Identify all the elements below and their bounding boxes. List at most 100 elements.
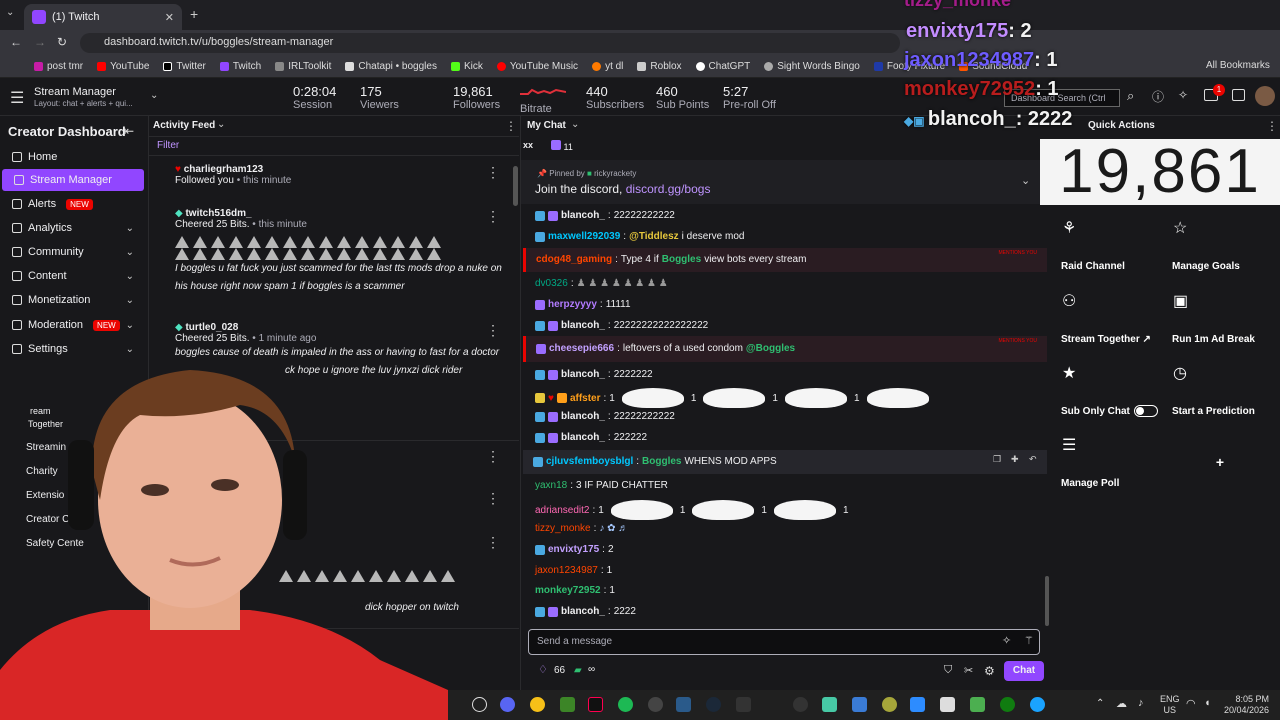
tiktok-icon[interactable] (588, 697, 603, 712)
taskbar-app-icon[interactable] (676, 697, 691, 712)
all-bookmarks[interactable]: All Bookmarks (1206, 60, 1270, 71)
feed-item-menu-icon[interactable]: ⋮ (486, 164, 500, 181)
feed-item-menu-icon[interactable]: ⋮ (486, 208, 500, 225)
mod-tools-icon[interactable]: ✂ (964, 664, 973, 677)
browser-tab[interactable]: (1) Twitch ✕ (24, 4, 182, 30)
bookmark-post-tmr[interactable]: post tmr (34, 61, 83, 72)
sidebar-item-settings[interactable]: Settings ⌄ (0, 338, 146, 360)
taskbar-app-icon[interactable] (736, 697, 751, 712)
tab-close-icon[interactable]: ✕ (165, 11, 174, 24)
raid-channel-tile[interactable]: ⚘ Raid Channel (1056, 212, 1162, 278)
tray-chevron-icon[interactable]: ⌃ (1096, 698, 1104, 709)
channel-points-count[interactable]: 66 (554, 665, 565, 676)
avatar[interactable] (1255, 86, 1275, 106)
sidebar-item-alerts[interactable]: Alerts NEW (0, 193, 146, 215)
feed-item-menu-icon[interactable]: ⋮ (486, 534, 500, 551)
sidebar-item-content[interactable]: Content ⌄ (0, 265, 146, 287)
chat-settings-gear-icon[interactable]: ⚙ (984, 664, 995, 678)
layout-chevron-down-icon[interactable]: ⌄ (150, 90, 158, 101)
bookmark-chatapi[interactable]: Chatapi • boggles (345, 61, 437, 72)
new-tab-icon[interactable]: + (190, 6, 198, 22)
taskbar-app-icon[interactable] (882, 697, 897, 712)
bookmark-yt-dl[interactable]: yt dl (592, 61, 623, 72)
chat-scrollbar[interactable] (1045, 576, 1049, 626)
sparkle-icon[interactable]: ✧ (1178, 88, 1188, 102)
taskbar-app-icon[interactable] (940, 697, 955, 712)
feed-item-menu-icon[interactable]: ⋮ (486, 448, 500, 465)
chat-title[interactable]: My Chat (527, 120, 566, 131)
menu-icon[interactable]: ☰ (10, 88, 24, 108)
filter-button[interactable]: Filter (157, 140, 179, 151)
panel-menu-icon[interactable]: ⋮ (1266, 119, 1278, 133)
bookmark-irltoolkit[interactable]: IRLToolkit (275, 61, 331, 72)
tab-list-icon[interactable]: ⌄ (6, 7, 14, 18)
chrome-icon[interactable] (530, 697, 545, 712)
sidebar-item-community[interactable]: Community ⌄ (0, 241, 146, 263)
bookmark-youtube[interactable]: YouTube (97, 61, 149, 72)
bookmark-sight-words[interactable]: Sight Words Bingo (764, 61, 860, 72)
pinned-message[interactable]: 📌 Pinned by ■ rickyrackety Join the disc… (521, 160, 1049, 204)
search-icon[interactable]: ⌕ (1127, 88, 1134, 104)
chevron-down-icon[interactable]: ⌄ (217, 119, 225, 130)
bookmark-twitch[interactable]: Twitch (219, 61, 261, 72)
volume-icon[interactable]: ◖ (1204, 697, 1211, 709)
taskbar-app-icon[interactable] (852, 697, 867, 712)
taskbar-app-icon[interactable] (1030, 697, 1045, 712)
panel-menu-icon[interactable]: ⋮ (505, 119, 517, 133)
back-icon[interactable]: ← (10, 35, 22, 49)
chat-input[interactable]: Send a message (528, 629, 1040, 655)
taskbar-app-icon[interactable] (970, 697, 985, 712)
feed-item-menu-icon[interactable]: ⋮ (486, 490, 500, 507)
bookmark-chatgpt[interactable]: ChatGPT (695, 61, 750, 72)
sidebar-item-stream-manager[interactable]: Stream Manager (2, 169, 144, 191)
url-input[interactable]: dashboard.twitch.tv/u/boggles/stream-man… (80, 33, 900, 53)
sub-only-toggle[interactable] (1134, 405, 1158, 417)
xbox-icon[interactable] (1000, 697, 1015, 712)
channel-points-icon[interactable]: ♢ (538, 663, 548, 676)
stream-together-tile[interactable]: ⚇ Stream Together ↗ (1056, 285, 1162, 351)
clock[interactable]: 8:05 PM 20/04/2026 (1224, 694, 1269, 716)
copy-icon[interactable]: ❐ (993, 454, 1001, 465)
shield-icon[interactable]: ⛉ (944, 664, 952, 677)
start-prediction-tile[interactable]: ◷ Start a Prediction (1167, 357, 1273, 423)
pinned-link[interactable]: discord.gg/bogs (626, 182, 711, 196)
quick-actions-title[interactable]: Quick Actions (1088, 120, 1155, 131)
layout-subtitle[interactable]: Layout: chat + alerts + qui... (34, 99, 133, 108)
feed-item-menu-icon[interactable]: ⋮ (486, 322, 500, 339)
reply-icon[interactable]: ↶ (1029, 454, 1037, 465)
spotify-icon[interactable] (618, 697, 633, 712)
run-ad-break-tile[interactable]: ▣ Run 1m Ad Break (1167, 285, 1273, 351)
pin-message-icon[interactable]: ✚ (1011, 454, 1019, 465)
minecraft-icon[interactable] (560, 697, 575, 712)
sidebar-item-analytics[interactable]: Analytics ⌄ (0, 217, 146, 239)
forward-icon[interactable]: → (34, 35, 46, 49)
activity-feed-title[interactable]: Activity Feed (153, 120, 215, 131)
sidebar-item-home[interactable]: Home (0, 146, 146, 168)
taskbar-app-icon[interactable] (910, 697, 925, 712)
manage-goals-tile[interactable]: ☆ Manage Goals (1167, 212, 1273, 278)
add-action-tile[interactable]: + (1167, 429, 1273, 495)
bookmark-kick[interactable]: Kick (450, 61, 483, 72)
emote-picker-icon[interactable]: ✧ (1002, 634, 1011, 647)
collapse-sidebar-icon[interactable]: ⇤ (124, 124, 134, 138)
magic-icon[interactable]: ⚚ (1024, 634, 1034, 647)
send-chat-button[interactable]: Chat (1004, 661, 1044, 681)
expand-pinned-icon[interactable]: ⌄ (1021, 174, 1030, 187)
manage-poll-tile[interactable]: ☰ Manage Poll (1056, 429, 1162, 495)
taskbar-app-icon[interactable] (793, 697, 808, 712)
bookmark-roblox[interactable]: Roblox (637, 61, 682, 72)
help-icon[interactable]: ⓘ (1152, 88, 1164, 105)
tray-app-icon[interactable]: ☁ (1116, 697, 1127, 710)
taskbar-app-icon[interactable] (822, 697, 837, 712)
sidebar-item-moderation[interactable]: Moderation NEW ⌄ (0, 314, 146, 336)
taskbar-app-icon[interactable] (472, 697, 487, 712)
wifi-icon[interactable]: ◠ (1186, 697, 1196, 710)
steam-icon[interactable] (706, 697, 721, 712)
discord-icon[interactable] (500, 697, 515, 712)
reload-icon[interactable]: ↻ (57, 35, 67, 49)
feed-scrollbar[interactable] (513, 166, 518, 206)
sidebar-item-monetization[interactable]: Monetization ⌄ (0, 289, 146, 311)
language-indicator[interactable]: ENG US (1160, 694, 1180, 716)
chevron-down-icon[interactable]: ⌄ (571, 119, 579, 130)
microphone-icon[interactable]: ♪ (1138, 697, 1144, 709)
